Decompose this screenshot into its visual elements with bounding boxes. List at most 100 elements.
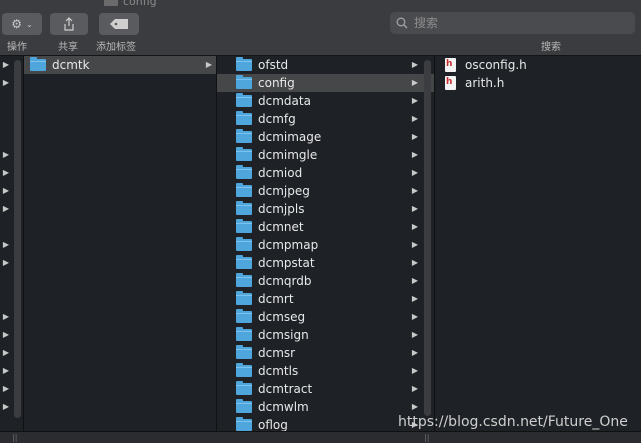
chevron-right-icon: ▶ bbox=[2, 330, 9, 339]
share-button[interactable] bbox=[50, 13, 88, 35]
chevron-right-icon: ▶ bbox=[2, 348, 9, 357]
watermark: https://blog.csdn.net/Future_One bbox=[398, 414, 628, 430]
folder-name: dcmimage bbox=[258, 130, 322, 144]
chevron-right-icon: ▶ bbox=[411, 366, 418, 375]
chevron-right-icon: ▶ bbox=[411, 132, 418, 141]
column-2: ofstd ▶ config ▶ dcmdata ▶ dcmfg ▶ dcmimage ▶ dcmi… bbox=[217, 56, 435, 431]
chevron-right-icon: ▶ bbox=[2, 168, 9, 177]
action-button[interactable]: ⚙ ⌄ bbox=[2, 13, 42, 35]
file-name: osconfig.h bbox=[465, 58, 527, 72]
chevron-right-icon: ▶ bbox=[2, 366, 9, 375]
header-file-icon: h bbox=[445, 58, 456, 72]
list-item[interactable] bbox=[0, 416, 23, 431]
folder-icon bbox=[104, 0, 118, 6]
folder-row[interactable]: dcmrt ▶ bbox=[217, 290, 434, 308]
folder-row[interactable]: dcmpmap ▶ bbox=[217, 236, 434, 254]
chevron-right-icon: ▶ bbox=[2, 186, 9, 195]
folder-row[interactable]: dcmtls ▶ bbox=[217, 362, 434, 380]
folder-row[interactable]: dcmdata ▶ bbox=[217, 92, 434, 110]
folder-row[interactable]: dcmsr ▶ bbox=[217, 344, 434, 362]
folder-name: dcmpstat bbox=[258, 256, 315, 270]
folder-name: ofstd bbox=[258, 58, 289, 72]
gear-icon: ⚙ bbox=[11, 17, 23, 31]
folder-name: dcmtls bbox=[258, 364, 299, 378]
scrollbar[interactable] bbox=[14, 60, 21, 418]
chevron-right-icon: ▶ bbox=[411, 114, 418, 123]
file-name: arith.h bbox=[465, 76, 505, 90]
folder-icon bbox=[236, 345, 252, 359]
toolbar: config ⚙ ⌄ 操作 共享 添加标签 搜索 bbox=[0, 0, 641, 56]
folder-icon bbox=[30, 57, 46, 71]
action-label: 操作 bbox=[7, 42, 27, 53]
chevron-right-icon: ▶ bbox=[411, 312, 418, 321]
column-0: ▶ ▶ ▶ ▶ ▶ ▶ ▶ ▶ ▶ ▶ ▶ ▶ ▶ ▶ bbox=[0, 56, 24, 431]
tag-icon bbox=[110, 19, 128, 29]
folder-name: dcmfg bbox=[258, 112, 296, 126]
scrollbar[interactable] bbox=[424, 60, 431, 416]
folder-row[interactable]: config ▶ bbox=[217, 74, 434, 92]
folder-row[interactable]: dcmtk ▶ bbox=[24, 56, 216, 74]
chevron-right-icon: ▶ bbox=[2, 402, 9, 411]
folder-name: dcmqrdb bbox=[258, 274, 312, 288]
chevron-right-icon: ▶ bbox=[411, 222, 418, 231]
chevron-right-icon: ▶ bbox=[2, 312, 9, 321]
folder-row[interactable]: dcmjpeg ▶ bbox=[217, 182, 434, 200]
folder-name: config bbox=[258, 76, 295, 90]
folder-icon bbox=[236, 399, 252, 413]
folder-name: dcmdata bbox=[258, 94, 311, 108]
folder-row[interactable]: dcmpstat ▶ bbox=[217, 254, 434, 272]
search-icon bbox=[396, 17, 408, 29]
folder-row[interactable]: dcmjpls ▶ bbox=[217, 200, 434, 218]
chevron-right-icon: ▶ bbox=[411, 348, 418, 357]
folder-icon bbox=[236, 417, 252, 431]
resize-handle[interactable]: || bbox=[424, 433, 429, 442]
chevron-right-icon: ▶ bbox=[411, 294, 418, 303]
folder-icon bbox=[236, 237, 252, 251]
folder-icon bbox=[236, 255, 252, 269]
search-input[interactable] bbox=[414, 16, 614, 30]
folder-row[interactable]: dcmsign ▶ bbox=[217, 326, 434, 344]
chevron-right-icon: ▶ bbox=[2, 240, 9, 249]
folder-row[interactable]: dcmseg ▶ bbox=[217, 308, 434, 326]
resize-handle[interactable]: || bbox=[12, 433, 17, 442]
chevron-right-icon: ▶ bbox=[411, 60, 418, 69]
folder-row[interactable]: dcmimgle ▶ bbox=[217, 146, 434, 164]
chevron-right-icon: ▶ bbox=[411, 78, 418, 87]
chevron-right-icon: ▶ bbox=[205, 60, 212, 69]
folder-name: dcmsign bbox=[258, 328, 309, 342]
folder-row[interactable]: dcmnet ▶ bbox=[217, 218, 434, 236]
search-field[interactable] bbox=[390, 12, 635, 34]
chevron-right-icon: ▶ bbox=[411, 384, 418, 393]
folder-name: dcmjpls bbox=[258, 202, 305, 216]
chevron-right-icon: ▶ bbox=[411, 150, 418, 159]
folder-row[interactable]: dcmtract ▶ bbox=[217, 380, 434, 398]
folder-row[interactable]: ofstd ▶ bbox=[217, 56, 434, 74]
search-label: 搜索 bbox=[541, 42, 561, 53]
folder-icon bbox=[236, 165, 252, 179]
share-label: 共享 bbox=[58, 42, 78, 53]
folder-row[interactable]: dcmimage ▶ bbox=[217, 128, 434, 146]
file-row[interactable]: h osconfig.h bbox=[435, 56, 641, 74]
folder-icon bbox=[236, 57, 252, 71]
column-resize-bar: || || bbox=[0, 431, 641, 443]
chevron-right-icon: ▶ bbox=[411, 330, 418, 339]
chevron-right-icon: ▶ bbox=[411, 96, 418, 105]
folder-name: dcmseg bbox=[258, 310, 306, 324]
column-1: dcmtk ▶ bbox=[24, 56, 217, 431]
add-tags-button[interactable] bbox=[99, 13, 139, 35]
folder-name: dcmiod bbox=[258, 166, 303, 180]
folder-row[interactable]: dcmqrdb ▶ bbox=[217, 272, 434, 290]
folder-icon bbox=[236, 309, 252, 323]
chevron-right-icon: ▶ bbox=[411, 168, 418, 177]
chevron-right-icon: ▶ bbox=[2, 150, 9, 159]
folder-row[interactable]: dcmfg ▶ bbox=[217, 110, 434, 128]
folder-icon bbox=[236, 381, 252, 395]
chevron-right-icon: ▶ bbox=[2, 78, 9, 87]
chevron-right-icon: ▶ bbox=[2, 204, 9, 213]
folder-row[interactable]: dcmiod ▶ bbox=[217, 164, 434, 182]
share-icon bbox=[64, 17, 74, 31]
chevron-down-icon: ⌄ bbox=[26, 19, 33, 29]
file-row[interactable]: h arith.h bbox=[435, 74, 641, 92]
folder-icon bbox=[236, 201, 252, 215]
chevron-right-icon: ▶ bbox=[411, 258, 418, 267]
